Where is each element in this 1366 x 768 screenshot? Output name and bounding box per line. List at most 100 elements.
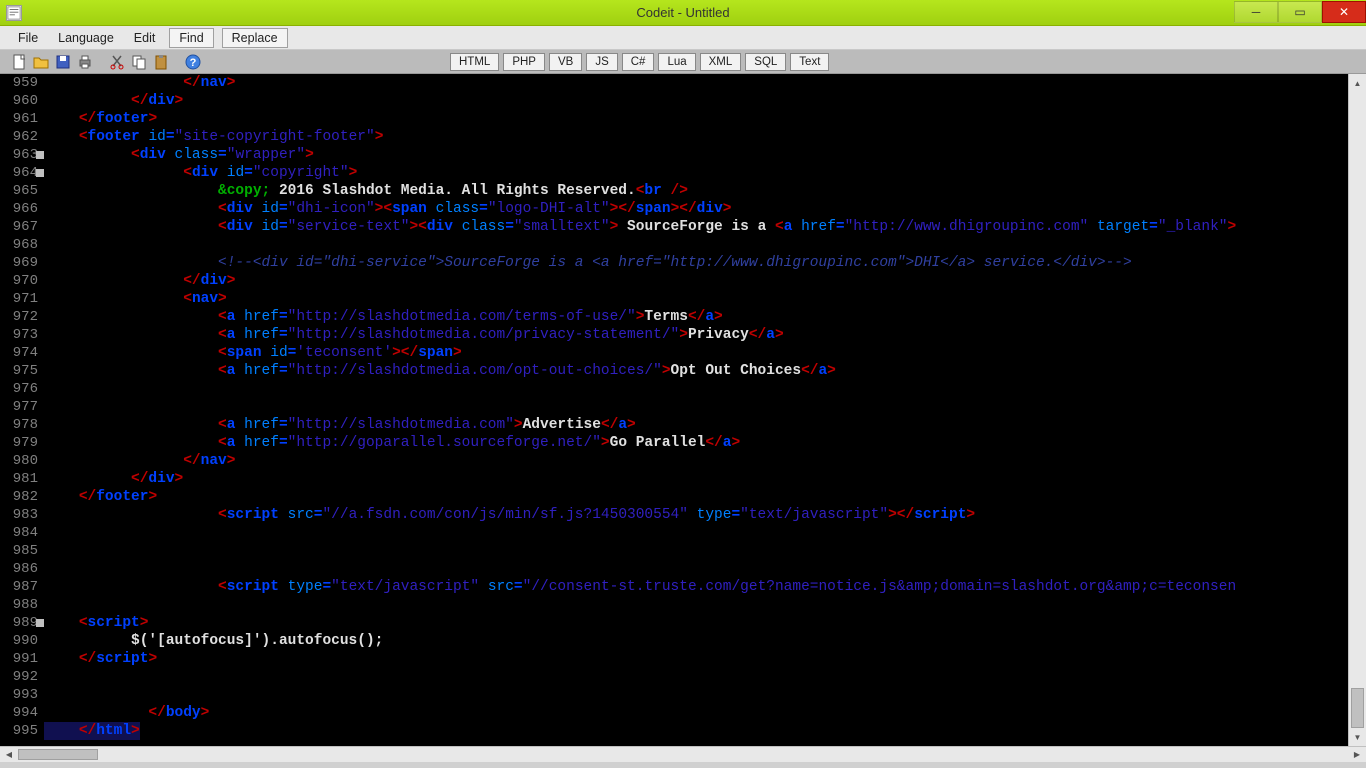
line-number: 981 (0, 470, 38, 488)
code-line[interactable]: <nav> (44, 290, 1366, 308)
code-line[interactable] (44, 398, 1366, 416)
code-line[interactable]: <a href="http://slashdotmedia.com/privac… (44, 326, 1366, 344)
line-number: 963 (0, 146, 38, 164)
menubar: File Language Edit Find Replace (0, 26, 1366, 50)
scroll-down-arrow[interactable]: ▼ (1349, 728, 1366, 746)
line-number: 961 (0, 110, 38, 128)
code-line[interactable] (44, 542, 1366, 560)
code-line[interactable] (44, 236, 1366, 254)
paste-icon[interactable] (152, 53, 170, 71)
line-number: 966 (0, 200, 38, 218)
scroll-thumb-h[interactable] (18, 749, 98, 760)
code-line[interactable] (44, 524, 1366, 542)
code-line[interactable]: <script src="//a.fsdn.com/con/js/min/sf.… (44, 506, 1366, 524)
line-number: 985 (0, 542, 38, 560)
line-number: 984 (0, 524, 38, 542)
code-line[interactable]: <script> (44, 614, 1366, 632)
code-line[interactable]: <span id='teconsent'></span> (44, 344, 1366, 362)
code-line[interactable]: </div> (44, 470, 1366, 488)
code-line[interactable]: <div id="dhi-icon"><span class="logo-DHI… (44, 200, 1366, 218)
line-number: 994 (0, 704, 38, 722)
code-line[interactable]: <footer id="site-copyright-footer"> (44, 128, 1366, 146)
line-number: 979 (0, 434, 38, 452)
line-number: 980 (0, 452, 38, 470)
scroll-right-arrow[interactable]: ▶ (1348, 747, 1366, 762)
lang-button-html[interactable]: HTML (450, 53, 499, 71)
menu-file[interactable]: File (8, 28, 48, 48)
menu-language[interactable]: Language (48, 28, 124, 48)
code-line[interactable]: <!--<div id="dhi-service">SourceForge is… (44, 254, 1366, 272)
code-line[interactable]: </div> (44, 92, 1366, 110)
code-line[interactable]: </footer> (44, 488, 1366, 506)
lang-button-sql[interactable]: SQL (745, 53, 786, 71)
menu-edit[interactable]: Edit (124, 28, 166, 48)
line-number: 983 (0, 506, 38, 524)
code-line[interactable] (44, 668, 1366, 686)
maximize-button[interactable]: ▭ (1278, 1, 1322, 23)
scroll-thumb-v[interactable] (1351, 688, 1364, 728)
code-line[interactable]: <a href="http://slashdotmedia.com/opt-ou… (44, 362, 1366, 380)
minimize-button[interactable]: ─ (1234, 1, 1278, 23)
open-file-icon[interactable] (32, 53, 50, 71)
code-line[interactable] (44, 560, 1366, 578)
code-line[interactable]: <a href="http://slashdotmedia.com">Adver… (44, 416, 1366, 434)
fold-marker-icon[interactable] (36, 169, 44, 177)
code-line[interactable]: </nav> (44, 74, 1366, 92)
code-line[interactable]: <div id="copyright"> (44, 164, 1366, 182)
fold-marker-icon[interactable] (36, 151, 44, 159)
print-icon[interactable] (76, 53, 94, 71)
code-line[interactable]: <a href="http://goparallel.sourceforge.n… (44, 434, 1366, 452)
lang-button-js[interactable]: JS (586, 53, 617, 71)
lang-button-text[interactable]: Text (790, 53, 829, 71)
horizontal-scrollbar[interactable]: ◀ ▶ (0, 746, 1366, 762)
code-line[interactable]: <script type="text/javascript" src="//co… (44, 578, 1366, 596)
lang-button-xml[interactable]: XML (700, 53, 742, 71)
code-line[interactable]: <a href="http://slashdotmedia.com/terms-… (44, 308, 1366, 326)
code-line[interactable] (44, 686, 1366, 704)
code-line[interactable]: </script> (44, 650, 1366, 668)
line-number: 974 (0, 344, 38, 362)
code-line[interactable] (44, 380, 1366, 398)
line-number: 989 (0, 614, 38, 632)
cut-icon[interactable] (108, 53, 126, 71)
lang-button-lua[interactable]: Lua (658, 53, 695, 71)
fold-marker-icon[interactable] (36, 619, 44, 627)
code-line[interactable] (44, 596, 1366, 614)
code-line[interactable]: </nav> (44, 452, 1366, 470)
code-line[interactable]: <div class="wrapper"> (44, 146, 1366, 164)
code-line[interactable]: $('[autofocus]').autofocus(); (44, 632, 1366, 650)
line-number: 992 (0, 668, 38, 686)
help-icon[interactable]: ? (184, 53, 202, 71)
code-line[interactable]: &copy; 2016 Slashdot Media. All Rights R… (44, 182, 1366, 200)
editor[interactable]: 9599609619629639649659669679689699709719… (0, 74, 1366, 746)
lang-button-php[interactable]: PHP (503, 53, 545, 71)
line-gutter: 9599609619629639649659669679689699709719… (0, 74, 44, 746)
line-number: 967 (0, 218, 38, 236)
line-number: 962 (0, 128, 38, 146)
lang-button-csharp[interactable]: C# (622, 53, 655, 71)
line-number: 995 (0, 722, 38, 740)
line-number: 975 (0, 362, 38, 380)
code-line[interactable]: </footer> (44, 110, 1366, 128)
line-number: 959 (0, 74, 38, 92)
new-file-icon[interactable] (10, 53, 28, 71)
save-icon[interactable] (54, 53, 72, 71)
copy-icon[interactable] (130, 53, 148, 71)
line-number: 968 (0, 236, 38, 254)
menu-find[interactable]: Find (169, 28, 213, 48)
line-number: 971 (0, 290, 38, 308)
code-area[interactable]: </nav> </div> </footer> <footer id="site… (44, 74, 1366, 746)
menu-replace[interactable]: Replace (222, 28, 288, 48)
code-line[interactable]: </div> (44, 272, 1366, 290)
line-number: 991 (0, 650, 38, 668)
line-number: 986 (0, 560, 38, 578)
code-line[interactable]: </body> (44, 704, 1366, 722)
vertical-scrollbar[interactable]: ▲ ▼ (1348, 74, 1366, 746)
toolbar: ? HTMLPHPVBJS C#Lua XMLSQLText (0, 50, 1366, 74)
close-button[interactable]: ✕ (1322, 1, 1366, 23)
scroll-up-arrow[interactable]: ▲ (1349, 74, 1366, 92)
scroll-left-arrow[interactable]: ◀ (0, 747, 18, 762)
code-line[interactable]: </html> (44, 722, 1366, 740)
lang-button-vb[interactable]: VB (549, 53, 582, 71)
code-line[interactable]: <div id="service-text"><div class="small… (44, 218, 1366, 236)
